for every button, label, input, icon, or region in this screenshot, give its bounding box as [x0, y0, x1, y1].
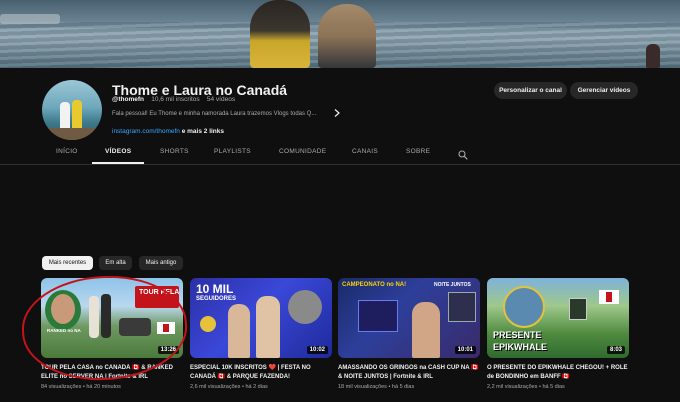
video-card[interactable]: PRESENTE EPIKWHALE 8:03 O PRESENTE DO EP… [487, 278, 629, 390]
thumb-person-2 [256, 296, 280, 358]
video-title[interactable]: ESPECIAL 10K INSCRITOS ❤️ | FESTA NO CAN… [190, 364, 332, 381]
banner-figure [646, 44, 660, 68]
tab-inicio[interactable]: INÍCIO [56, 148, 78, 155]
instagram-link[interactable]: instagram.com/thomefn [112, 128, 180, 135]
thumb-goat [288, 290, 322, 324]
tab-sobre[interactable]: SOBRE [406, 148, 430, 155]
view-count: 84 visualizações [41, 384, 82, 390]
video-meta: 2,2 mil visualizações • há 5 dias [487, 384, 629, 390]
video-card[interactable]: 10 MIL SEGUIDORES 10:02 ESPECIAL 10K INS… [190, 278, 332, 390]
banner-person-thome [250, 0, 310, 68]
video-thumbnail[interactable]: PRESENTE EPIKWHALE 8:03 [487, 278, 629, 358]
thumb-text: SEGUIDORES [196, 296, 237, 302]
video-count: 54 vídeos [206, 96, 236, 103]
more-links[interactable]: e mais 2 links [182, 128, 224, 135]
banner-boat [0, 14, 60, 24]
video-duration: 10:02 [306, 346, 328, 354]
video-title[interactable]: AMASSANDO OS GRINGOS na CASH CUP NA 🇨🇦 &… [338, 364, 480, 381]
channel-banner [0, 0, 680, 68]
video-duration: 10:01 [454, 346, 476, 354]
thumb-circle [503, 286, 545, 328]
thumb-text: NOITE JUNTOS [434, 282, 471, 288]
thumb-screen [358, 300, 398, 332]
channel-meta: @thomefn 10,6 mil inscritos 54 vídeos [112, 96, 235, 103]
video-age: há 20 minutos [86, 384, 121, 390]
avatar-dock [42, 128, 102, 140]
video-thumbnail[interactable]: CAMPEONATO no NA! NOITE JUNTOS 10:01 [338, 278, 480, 358]
video-thumbnail[interactable]: 10 MIL SEGUIDORES 10:02 [190, 278, 332, 358]
channel-handle: @thomefn [112, 96, 144, 103]
thumb-text: 10 MIL [196, 282, 234, 296]
tabs-divider [0, 164, 680, 165]
meta-separator: • [241, 384, 244, 390]
view-count: 18 mil visualizações [338, 384, 387, 390]
thumb-gondola [569, 298, 587, 320]
thumb-person-1 [228, 304, 250, 358]
channel-description[interactable]: Fala pessoal! Eu Thome e minha namorada … [112, 111, 316, 117]
video-meta: 2,6 mil visualizações • há 2 dias [190, 384, 332, 390]
chevron-right-icon[interactable] [334, 109, 340, 119]
thumb-flag-leaf [606, 292, 612, 302]
thumb-text: PRESENTE [493, 330, 542, 340]
manage-videos-button[interactable]: Gerenciar vídeos [570, 82, 638, 99]
thumb-person-1 [412, 302, 440, 358]
thumb-badge [200, 316, 216, 332]
meta-separator: • [388, 384, 391, 390]
tab-canais[interactable]: CANAIS [352, 148, 378, 155]
chip-mais-recentes[interactable]: Mais recentes [42, 256, 93, 270]
video-age: há 5 dias [391, 384, 415, 390]
tab-videos[interactable]: VÍDEOS [105, 148, 131, 155]
meta-separator: • [538, 384, 541, 390]
tab-comunidade[interactable]: COMUNIDADE [279, 148, 326, 155]
tab-shorts[interactable]: SHORTS [160, 148, 189, 155]
video-card[interactable]: CAMPEONATO no NA! NOITE JUNTOS 10:01 AMA… [338, 278, 480, 390]
video-meta: 18 mil visualizações • há 5 dias [338, 384, 480, 390]
channel-links: instagram.com/thomefn e mais 2 links [112, 128, 224, 135]
thumb-text: CAMPEONATO no NA! [342, 282, 407, 288]
video-meta: 84 visualizações • há 20 minutos [41, 384, 183, 390]
thumb-webcam [448, 292, 476, 322]
video-duration: 8:03 [606, 346, 625, 354]
video-age: há 5 dias [542, 384, 565, 390]
thumb-text: EPIKWHALE [493, 342, 547, 352]
view-count: 2,2 mil visualizações [487, 384, 538, 390]
view-count: 2,6 mil visualizações [190, 384, 241, 390]
tab-playlists[interactable]: PLAYLISTS [214, 148, 251, 155]
video-title[interactable]: O PRESENTE DO EPIKWHALE CHEGOU! + ROLÊ d… [487, 364, 629, 381]
meta-separator: • [82, 384, 85, 390]
subscriber-count: 10,6 mil inscritos [151, 96, 200, 103]
search-icon[interactable] [458, 147, 468, 160]
channel-tabs: INÍCIO VÍDEOS SHORTS PLAYLISTS COMUNIDAD… [0, 142, 680, 164]
chip-mais-antigo[interactable]: Mais antigo [139, 256, 183, 270]
banner-person-laura [318, 4, 376, 68]
customize-channel-button[interactable]: Personalizar o canal [494, 82, 567, 99]
channel-avatar[interactable] [42, 80, 102, 140]
chip-em-alta[interactable]: Em alta [99, 256, 132, 270]
video-age: há 2 dias [245, 384, 268, 390]
